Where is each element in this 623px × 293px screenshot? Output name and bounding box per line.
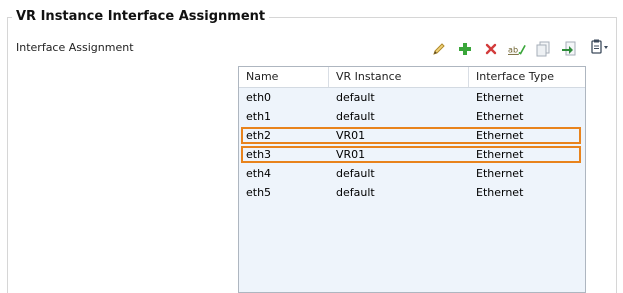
table-cell-vr-instance: default — [336, 186, 375, 199]
interface-table: Name VR Instance Interface Type eth0 defa… — [238, 66, 586, 293]
section-label: Interface Assignment — [16, 41, 134, 54]
clipboard-menu-icon — [591, 39, 608, 54]
table-cell-interface-type: Ethernet — [476, 148, 524, 161]
table-cell-vr-instance: default — [336, 110, 375, 123]
edit-icon — [433, 43, 445, 55]
copy-button[interactable] — [534, 40, 552, 58]
table-cell-vr-instance: default — [336, 167, 375, 180]
table-cell-vr-instance: VR01 — [336, 148, 366, 161]
table-cell-vr-instance: default — [336, 91, 375, 104]
table-cell-name: eth1 — [246, 110, 272, 123]
table-cell-interface-type: Ethernet — [476, 129, 524, 142]
table-header: Name VR Instance Interface Type — [239, 67, 585, 88]
table-cell-interface-type: Ethernet — [476, 186, 524, 199]
table-row[interactable]: eth4 default Ethernet — [239, 164, 585, 183]
edit-button[interactable] — [430, 40, 448, 58]
table-row[interactable]: eth1 default Ethernet — [239, 107, 585, 126]
delete-button[interactable] — [482, 40, 500, 58]
column-header-vr-instance[interactable]: VR Instance — [329, 67, 469, 87]
rename-icon: ab — [508, 45, 526, 55]
import-button[interactable] — [560, 40, 578, 58]
column-header-name[interactable]: Name — [239, 67, 329, 87]
add-button[interactable] — [456, 40, 474, 58]
delete-icon — [485, 43, 497, 55]
table-row[interactable]: eth5 default Ethernet — [239, 183, 585, 202]
svg-text:ab: ab — [508, 45, 518, 55]
table-cell-name: eth0 — [246, 91, 272, 104]
table-row[interactable]: eth0 default Ethernet — [239, 88, 585, 107]
table-cell-interface-type: Ethernet — [476, 110, 524, 123]
rename-button[interactable]: ab — [508, 40, 526, 58]
table-cell-interface-type: Ethernet — [476, 167, 524, 180]
add-icon — [459, 43, 471, 55]
group-title: VR Instance Interface Assignment — [12, 9, 270, 24]
table-cell-interface-type: Ethernet — [476, 91, 524, 104]
column-header-interface-type[interactable]: Interface Type — [469, 67, 585, 87]
table-cell-name: eth5 — [246, 186, 272, 199]
copy-icon — [536, 41, 550, 57]
table-row[interactable]: eth3 VR01 Ethernet — [239, 145, 585, 164]
table-cell-vr-instance: VR01 — [336, 129, 366, 142]
table-row[interactable]: eth2 VR01 Ethernet — [239, 126, 585, 145]
clipboard-menu-button[interactable] — [590, 38, 610, 56]
table-cell-name: eth4 — [246, 167, 272, 180]
table-cell-name: eth2 — [246, 129, 272, 142]
table-cell-name: eth3 — [246, 148, 272, 161]
import-icon — [562, 41, 576, 56]
